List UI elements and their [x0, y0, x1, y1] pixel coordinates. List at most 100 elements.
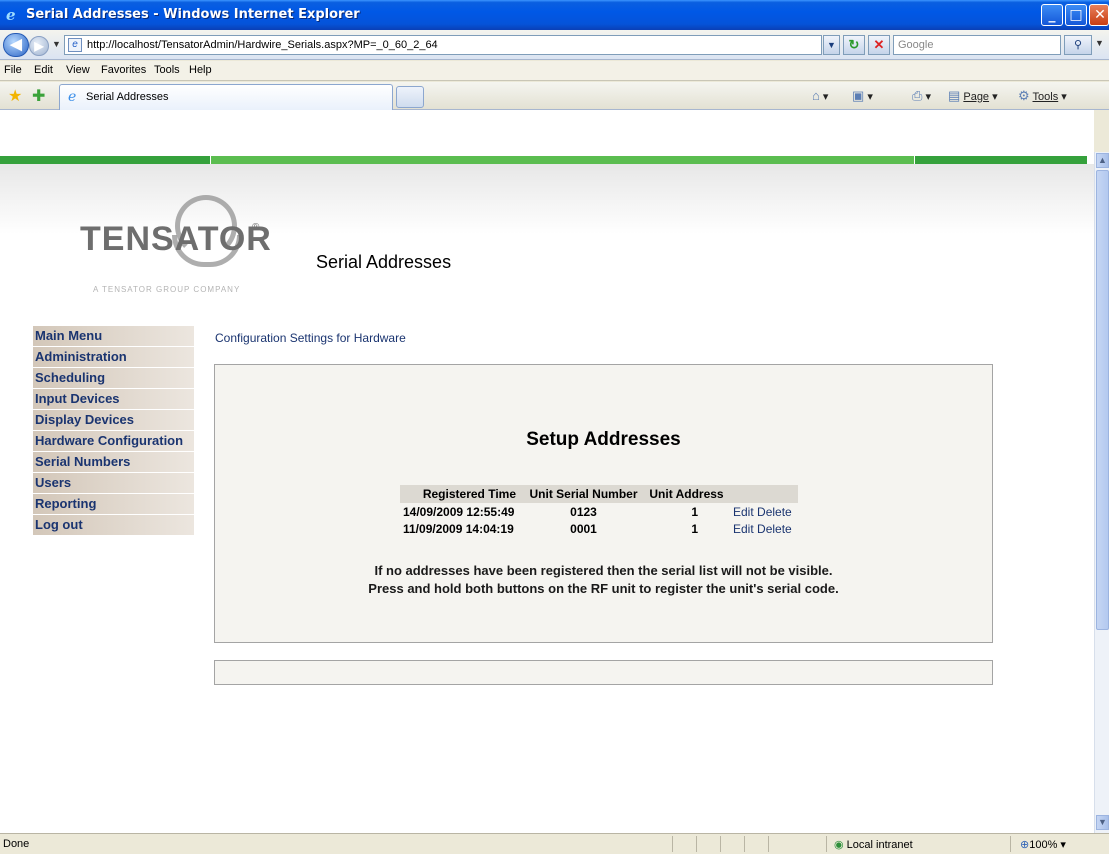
close-button[interactable]: ✕	[1089, 4, 1109, 26]
add-favorite-icon[interactable]: ✚	[32, 86, 45, 106]
edit-link[interactable]: Edit	[733, 505, 754, 519]
sidebar-item-users[interactable]: Users	[33, 473, 194, 494]
header-actions	[728, 485, 798, 503]
delete-link[interactable]: Delete	[757, 505, 792, 519]
address-input[interactable]: e http://localhost/TensatorAdmin/Hardwir…	[64, 35, 822, 55]
maximize-icon: □	[1069, 7, 1083, 23]
stop-button[interactable]: ✕	[868, 35, 890, 55]
setup-addresses-title: Setup Addresses	[526, 429, 681, 450]
scroll-thumb[interactable]	[1096, 170, 1109, 630]
feeds-icon: ▣	[852, 88, 865, 103]
menu-bar: File Edit View Favorites Tools Help	[0, 61, 1109, 81]
scroll-up-icon[interactable]: ▲	[1096, 153, 1109, 168]
minimize-button[interactable]: _	[1041, 4, 1063, 26]
tab-ie-icon: e	[68, 89, 77, 105]
sidebar-item-hardware-configuration[interactable]: Hardware Configuration	[33, 431, 194, 452]
address-dropdown-button[interactable]: ▼	[823, 35, 840, 55]
cell-actions: Edit Delete	[728, 503, 798, 520]
search-input[interactable]: Google	[893, 35, 1061, 55]
minimize-icon: _	[1048, 7, 1056, 23]
table-row: 11/09/2009 14:04:19 0001 1 Edit Delete	[400, 520, 798, 537]
sidebar-item-reporting[interactable]: Reporting	[33, 494, 194, 515]
sidebar-item-serial-numbers[interactable]: Serial Numbers	[33, 452, 194, 473]
close-icon: ✕	[1094, 7, 1106, 23]
cell-unit-serial-number: 0123	[570, 504, 597, 519]
address-toolbar: ◀ ▶ ▼ e http://localhost/TensatorAdmin/H…	[0, 30, 1109, 60]
page-icon: e	[68, 38, 82, 52]
title-bar[interactable]: e Serial Addresses - Windows Internet Ex…	[0, 0, 1109, 30]
status-bar: Done ◉ Local intranet ⊕100% ▾	[0, 833, 1109, 854]
print-button[interactable]: ⎙ ▾	[912, 88, 931, 104]
footer-panel	[214, 660, 993, 685]
logo-tagline: A TENSATOR GROUP COMPANY	[93, 285, 241, 294]
logo-registered-mark: ®	[252, 222, 260, 233]
menu-file[interactable]: File	[4, 64, 22, 76]
favorites-star-icon[interactable]: ★	[8, 86, 22, 106]
search-icon: ⚲	[1073, 39, 1083, 51]
zoom-control[interactable]: ⊕100% ▾	[1020, 838, 1066, 851]
feeds-button[interactable]: ▣ ▾	[852, 88, 873, 104]
sidebar-item-scheduling[interactable]: Scheduling	[33, 368, 194, 389]
status-separator	[696, 836, 697, 852]
stop-icon: ✕	[873, 37, 885, 52]
instruction-line-1: If no addresses have been registered the…	[374, 563, 833, 578]
history-dropdown-icon[interactable]: ▼	[52, 39, 61, 49]
search-options-icon[interactable]: ▼	[1095, 38, 1104, 48]
header-registered-time: Registered Time	[400, 485, 522, 503]
tools-menu-button[interactable]: ⚙ Tools ▾	[1018, 88, 1067, 104]
vertical-scrollbar[interactable]: ▲ ▼	[1094, 152, 1109, 833]
refresh-icon: ↻	[848, 37, 860, 52]
page-menu-button[interactable]: ▤ Page ▾	[948, 88, 998, 104]
zoom-icon: ⊕	[1020, 839, 1030, 851]
refresh-button[interactable]: ↻	[843, 35, 865, 55]
menu-favorites[interactable]: Favorites	[101, 64, 146, 76]
cell-unit-address: 1	[691, 504, 698, 519]
setup-addresses-panel: Setup Addresses Registered Time Unit Ser…	[214, 364, 993, 643]
cell-unit-serial-number: 0001	[570, 521, 597, 536]
tab-serial-addresses[interactable]: e Serial Addresses	[59, 84, 393, 110]
cell-actions: Edit Delete	[728, 520, 798, 537]
serial-table: Registered Time Unit Serial Number Unit …	[400, 485, 798, 537]
sidebar-item-administration[interactable]: Administration	[33, 347, 194, 368]
browser-window: e Serial Addresses - Windows Internet Ex…	[0, 0, 1109, 854]
green-bar-middle	[211, 156, 914, 164]
delete-link[interactable]: Delete	[757, 522, 792, 536]
config-settings-label: Configuration Settings for Hardware	[215, 331, 406, 345]
forward-arrow-icon: ▶	[34, 39, 44, 53]
tensator-logo: TENSATOR ® A TENSATOR GROUP COMPANY	[80, 195, 300, 305]
home-icon: ⌂	[812, 88, 820, 103]
home-button[interactable]: ⌂ ▾	[812, 88, 828, 103]
sidebar-item-display-devices[interactable]: Display Devices	[33, 410, 194, 431]
page-title: Serial Addresses	[316, 252, 452, 272]
sidebar-item-input-devices[interactable]: Input Devices	[33, 389, 194, 410]
green-bar-left	[0, 156, 210, 164]
cell-unit-address: 1	[691, 521, 698, 536]
sidebar-item-main-menu[interactable]: Main Menu	[33, 326, 194, 347]
sidebar-item-log-out[interactable]: Log out	[33, 515, 194, 536]
edit-link[interactable]: Edit	[733, 522, 754, 536]
menu-help[interactable]: Help	[189, 64, 212, 76]
search-button[interactable]: ⚲	[1064, 35, 1092, 55]
window-title: Serial Addresses - Windows Internet Expl…	[26, 7, 360, 22]
status-separator	[768, 836, 769, 852]
status-separator	[720, 836, 721, 852]
menu-tools[interactable]: Tools	[154, 64, 180, 76]
page-menu-icon: ▤	[948, 88, 961, 103]
menu-edit[interactable]: Edit	[34, 64, 53, 76]
tools-menu-label: Tools	[1032, 91, 1059, 103]
url-text: http://localhost/TensatorAdmin/Hardwire_…	[87, 39, 438, 51]
print-icon: ⎙	[912, 88, 923, 103]
maximize-button[interactable]: □	[1065, 4, 1087, 26]
cell-registered-time: 14/09/2009 12:55:49	[403, 504, 515, 519]
forward-button[interactable]: ▶	[29, 36, 49, 56]
security-zone[interactable]: ◉ Local intranet	[834, 838, 913, 851]
menu-view[interactable]: View	[66, 64, 90, 76]
new-tab-button[interactable]	[396, 86, 424, 108]
header-unit-address: Unit Address	[645, 485, 728, 503]
scroll-down-icon[interactable]: ▼	[1096, 815, 1109, 830]
status-separator	[1010, 836, 1011, 852]
zone-label: Local intranet	[846, 839, 913, 851]
gear-icon: ⚙	[1018, 88, 1030, 103]
back-button[interactable]: ◀	[3, 33, 29, 57]
side-menu: Main Menu Administration Scheduling Inpu…	[33, 326, 194, 536]
